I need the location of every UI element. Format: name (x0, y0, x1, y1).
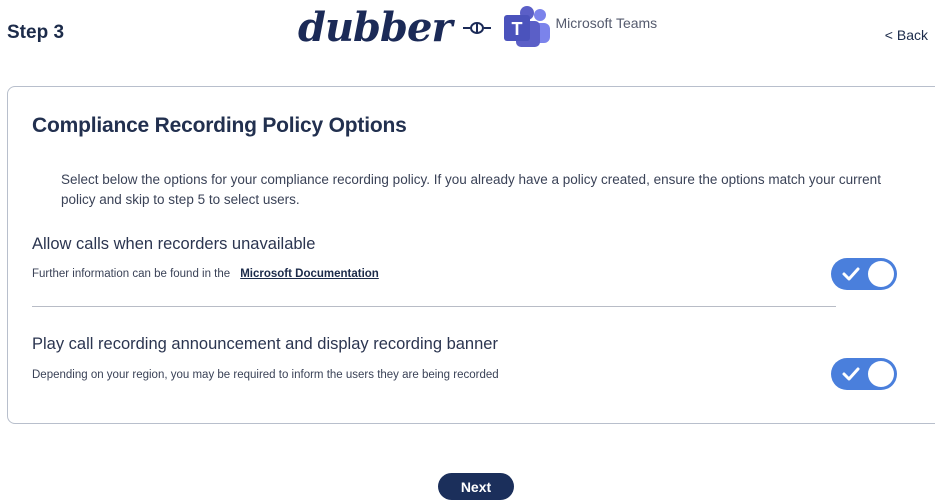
next-button[interactable]: Next (438, 473, 514, 500)
divider (32, 306, 836, 307)
connector-icon (462, 18, 492, 38)
option-allow-calls-description: Further information can be found in the M… (32, 268, 379, 280)
microsoft-documentation-link[interactable]: Microsoft Documentation (240, 268, 379, 280)
option-announcement-title: Play call recording announcement and dis… (32, 335, 498, 353)
announcement-toggle[interactable] (831, 358, 897, 390)
back-link[interactable]: < Back (885, 27, 928, 43)
dubber-logo: dubber (298, 4, 453, 51)
option-allow-calls-description-text: Further information can be found in the (32, 268, 231, 280)
policy-options-card: Compliance Recording Policy Options Sele… (7, 86, 935, 424)
check-icon (841, 364, 861, 384)
option-allow-calls-title: Allow calls when recorders unavailable (32, 235, 316, 253)
card-title: Compliance Recording Policy Options (32, 114, 407, 137)
teams-icon: T (502, 5, 552, 51)
card-intro: Select below the options for your compli… (61, 172, 881, 207)
allow-calls-toggle[interactable] (831, 258, 897, 290)
toggle-knob (868, 361, 894, 387)
brand-header: dubber T Microsoft Teams (298, 4, 657, 52)
check-icon (841, 264, 861, 284)
toggle-knob (868, 261, 894, 287)
step-label: Step 3 (7, 22, 65, 43)
svg-text:T: T (511, 19, 522, 39)
teams-label: Microsoft Teams (555, 15, 658, 31)
option-announcement-description: Depending on your region, you may be req… (32, 369, 499, 381)
